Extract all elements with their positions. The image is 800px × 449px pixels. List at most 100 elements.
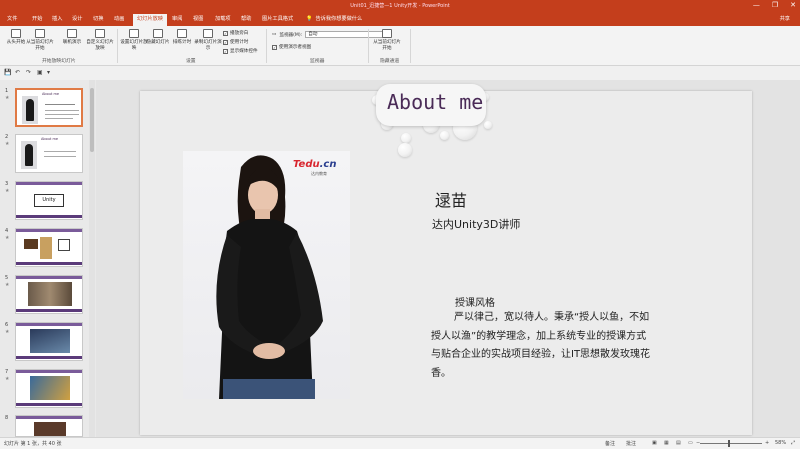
tab-design[interactable]: 设计 — [72, 15, 82, 22]
thumbnail-footer-bar — [16, 309, 82, 312]
thumbnail-number: 1 — [5, 88, 9, 94]
thumbnail-header-bar — [16, 323, 82, 326]
presenter-view-checkbox[interactable]: ✓ 使用演示者视图 — [272, 44, 311, 50]
tab-slideshow[interactable]: 幻灯片放映 — [133, 14, 167, 26]
thumbnail-footer-bar — [16, 403, 82, 406]
minimize-button[interactable]: — — [753, 1, 760, 9]
slide-sorter-icon[interactable]: ▦ — [664, 440, 669, 446]
show-media-controls-checkbox[interactable]: ✓ 显示媒体控件 — [223, 48, 258, 54]
tab-help[interactable]: 帮助 — [241, 15, 251, 22]
thumbnail-image — [28, 282, 72, 306]
custom-slideshow-button[interactable]: 自定义幻灯片放映 — [85, 29, 115, 51]
maximize-button[interactable]: ❐ — [772, 1, 778, 9]
tab-file[interactable]: 文件 — [7, 15, 17, 22]
slide-thumbnail[interactable]: Unity — [15, 181, 83, 220]
thumbnail-header-bar — [16, 416, 82, 419]
tab-addins[interactable]: 加载项 — [215, 15, 231, 22]
decorative-bubble — [440, 131, 449, 140]
tedu-logo-subtitle: 达内教育 — [311, 171, 327, 176]
slide-thumbnail[interactable]: About me — [15, 88, 83, 127]
comments-button[interactable]: 批注 — [626, 440, 636, 447]
thumbnail-number: 8 — [5, 415, 9, 421]
thumbnail-footer-bar — [16, 215, 82, 218]
slide-thumbnail[interactable] — [15, 369, 83, 408]
title-bar: Unit01_迅捷营—1 Unity开发 - PowerPoint — ❐ ✕ — [0, 0, 800, 12]
record-slideshow-button[interactable]: 录制幻灯片演示 — [193, 29, 223, 51]
tell-me-label: 告诉我你想要做什么 — [315, 16, 363, 22]
thumbnail-scrollbar[interactable] — [89, 80, 95, 437]
lightbulb-icon: 💡 — [306, 15, 313, 22]
redo-icon[interactable]: ↷ — [26, 69, 31, 76]
play-narrations-checkbox[interactable]: ✓ 播放旁白 — [223, 30, 248, 36]
thumbnail-header-bar — [16, 229, 82, 232]
tell-me-search[interactable]: 💡 告诉我你想要做什么 — [306, 15, 363, 23]
teaching-style-text[interactable]: 严以律己，宽以待人。秉承“授人以鱼，不如授人以渔”的教学理念，加上系统专业的授课… — [431, 309, 656, 383]
globe-icon — [67, 29, 77, 38]
tab-insert[interactable]: 插入 — [52, 15, 62, 22]
customize-toolbar-icon[interactable]: ▾ — [47, 69, 50, 76]
record-icon — [203, 29, 213, 38]
status-bar: 幻灯片 第 1 张，共 40 张 备注 批注 ▣ ▦ ▤ ▭ − + 58% ⤢ — [0, 437, 800, 449]
scrollbar-thumb[interactable] — [90, 88, 94, 152]
tab-view[interactable]: 视图 — [193, 15, 203, 22]
zoom-slider-knob[interactable] — [728, 440, 730, 447]
fit-slide-icon[interactable]: ⤢ — [791, 440, 795, 446]
slide-thumbnail[interactable] — [15, 228, 83, 267]
animation-star-icon: ★ — [5, 188, 10, 194]
portrait-photo[interactable]: Tedu.cn 达内教育 — [183, 151, 350, 399]
speaker-role[interactable]: 达内Unity3D讲师 — [432, 216, 520, 232]
slide-title[interactable]: About me — [387, 90, 483, 114]
slide-thumbnail[interactable]: About me — [15, 134, 83, 173]
tab-picture-format[interactable]: 图片工具格式 — [262, 15, 293, 22]
ribbon-separator — [117, 29, 118, 63]
ribbon-separator — [410, 29, 411, 63]
thumbnail-image — [24, 239, 38, 249]
thumbnail-text-line — [44, 151, 76, 152]
use-timings-checkbox[interactable]: ✓ 使用计时 — [223, 39, 248, 45]
thumbnail-image — [30, 376, 70, 400]
normal-view-icon[interactable]: ▣ — [652, 440, 657, 446]
thumbnail-header-bar — [16, 276, 82, 279]
close-button[interactable]: ✕ — [790, 1, 796, 9]
tab-animations[interactable]: 动画 — [114, 15, 124, 22]
from-current-button[interactable]: 从当前幻灯片开始 — [25, 29, 55, 51]
tab-home[interactable]: 开始 — [32, 15, 42, 22]
thumbnail-number: 2 — [5, 134, 9, 140]
thumbnail-caption: About me — [41, 137, 59, 141]
thumbnail-text-line — [45, 118, 73, 119]
checkmark-icon: ✓ — [223, 48, 228, 54]
present-icon[interactable]: ▣ — [37, 69, 43, 76]
tedu-logo: Tedu.cn — [293, 159, 337, 170]
present-online-button[interactable]: 联机演示 — [57, 29, 87, 46]
slide-thumbnail[interactable] — [15, 415, 83, 437]
slide-thumbnail[interactable] — [15, 275, 83, 314]
slide-canvas[interactable]: About me Tedu.cn 达内教育 逯苗 达内Unity3D讲师 授课风… — [140, 84, 752, 435]
notes-button[interactable]: 备注 — [605, 440, 615, 447]
save-icon[interactable]: 💾 — [4, 69, 11, 76]
zoom-level[interactable]: 58% — [775, 440, 786, 446]
stopwatch-icon — [177, 29, 187, 38]
animation-star-icon: ★ — [5, 235, 10, 241]
thumbnail-figure — [26, 99, 34, 121]
share-button[interactable]: 共享 — [780, 15, 790, 22]
undo-icon[interactable]: ↶ — [15, 69, 20, 76]
thumbnail-image — [40, 237, 52, 259]
tab-review[interactable]: 审阅 — [172, 15, 182, 22]
monitor-icon: ▭ — [272, 32, 277, 37]
reading-view-icon[interactable]: ▤ — [676, 440, 681, 446]
thumbnail-text-line — [45, 110, 79, 111]
decorative-bubble — [398, 143, 412, 157]
teaching-style-heading[interactable]: 授课风格 — [455, 294, 495, 309]
slide-thumbnail[interactable] — [15, 322, 83, 361]
checkmark-icon: ✓ — [223, 30, 228, 36]
zoom-slider[interactable] — [700, 443, 762, 444]
thumbnail-number: 3 — [5, 181, 9, 187]
custom-show-icon — [95, 29, 105, 38]
from-current-button-2[interactable]: 从当前幻灯片开始 — [372, 29, 402, 51]
group-label-start: 开始放映幻灯片 — [42, 59, 76, 64]
tab-transitions[interactable]: 切换 — [93, 15, 103, 22]
slideshow-view-icon[interactable]: ▭ — [688, 440, 693, 446]
speaker-name[interactable]: 逯苗 — [435, 187, 467, 211]
ribbon-separator — [368, 29, 369, 63]
zoom-in-icon[interactable]: + — [765, 440, 769, 446]
